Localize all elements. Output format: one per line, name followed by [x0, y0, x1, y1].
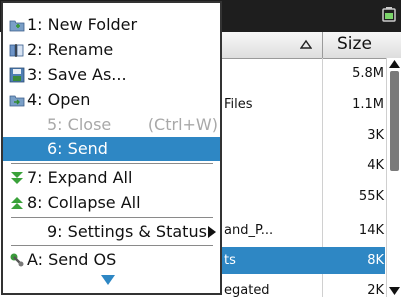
menu-separator	[11, 245, 213, 246]
menu-item-label: 7: Expand All	[27, 168, 133, 187]
scroll-down-arrow-icon[interactable]	[389, 287, 400, 295]
file-name-selected[interactable]: ts	[224, 253, 236, 268]
file-size: 1.1M	[352, 97, 384, 112]
menu-item-send[interactable]: 6: Send	[3, 137, 220, 161]
menu-item-shortcut: (Ctrl+W)	[147, 115, 218, 134]
rename-icon	[9, 44, 24, 57]
menu-item-open[interactable]: 4: Open	[3, 88, 220, 112]
menu-item-rename[interactable]: 2: Rename	[3, 38, 220, 62]
menu-item-new-folder[interactable]: 1: New Folder	[3, 13, 220, 37]
sort-ascending-icon	[300, 39, 312, 49]
menu-item-expand-all[interactable]: 7: Expand All	[3, 166, 220, 190]
vertical-scrollbar[interactable]	[386, 58, 401, 297]
menu-item-label: 3: Save As...	[27, 65, 127, 84]
expand-all-icon	[11, 172, 23, 184]
menu-item-label: 1: New Folder	[27, 15, 138, 34]
file-size: 2K	[367, 283, 384, 298]
file-size: 14K	[358, 223, 384, 238]
menu-item-label: 8: Collapse All	[27, 193, 141, 212]
selected-file-row[interactable]	[214, 247, 385, 274]
menu-item-label: 9: Settings & Status	[47, 222, 207, 241]
menu-item-label: 2: Rename	[27, 40, 114, 59]
menu-item-label: 6: Send	[47, 139, 108, 158]
file-name[interactable]: and_P...	[224, 223, 273, 238]
file-size-selected: 8K	[367, 253, 384, 268]
battery-icon	[382, 7, 396, 22]
save-as-icon	[9, 67, 25, 83]
column-size-header[interactable]: Size	[337, 34, 372, 54]
scroll-up-arrow-icon[interactable]	[389, 60, 400, 68]
menu-item-label: 5: Close	[47, 115, 112, 134]
file-size: 55K	[358, 189, 384, 204]
menu-item-collapse-all[interactable]: 8: Collapse All	[3, 191, 220, 215]
menu-separator	[11, 163, 213, 164]
file-name[interactable]: Files	[224, 97, 253, 112]
open-folder-icon	[9, 95, 25, 107]
column-header: Size	[214, 32, 401, 59]
menu-item-save-as[interactable]: 3: Save As...	[3, 63, 220, 87]
column-name-header[interactable]	[214, 32, 323, 58]
menu-item-label: 4: Open	[27, 90, 91, 109]
file-size: 5.8M	[352, 66, 384, 81]
file-size: 4K	[367, 158, 384, 173]
new-folder-icon	[9, 20, 25, 32]
collapse-all-icon	[11, 197, 23, 209]
menu-item-close: 5: Close (Ctrl+W)	[3, 113, 220, 137]
scroll-thumb[interactable]	[390, 71, 399, 171]
menu-item-settings-status[interactable]: 9: Settings & Status	[3, 220, 220, 244]
file-name[interactable]: egated	[224, 283, 270, 298]
file-size: 3K	[367, 128, 384, 143]
menu-item-send-os[interactable]: A: Send OS	[3, 248, 220, 272]
menu-item-label: A: Send OS	[27, 250, 117, 269]
send-os-icon	[10, 253, 24, 267]
more-down-arrow-icon[interactable]	[101, 275, 115, 285]
menu-separator	[11, 217, 213, 218]
context-menu: 1: New Folder 2: Rename 3: Save As... 4:…	[1, 1, 222, 295]
submenu-arrow-icon	[208, 226, 216, 238]
